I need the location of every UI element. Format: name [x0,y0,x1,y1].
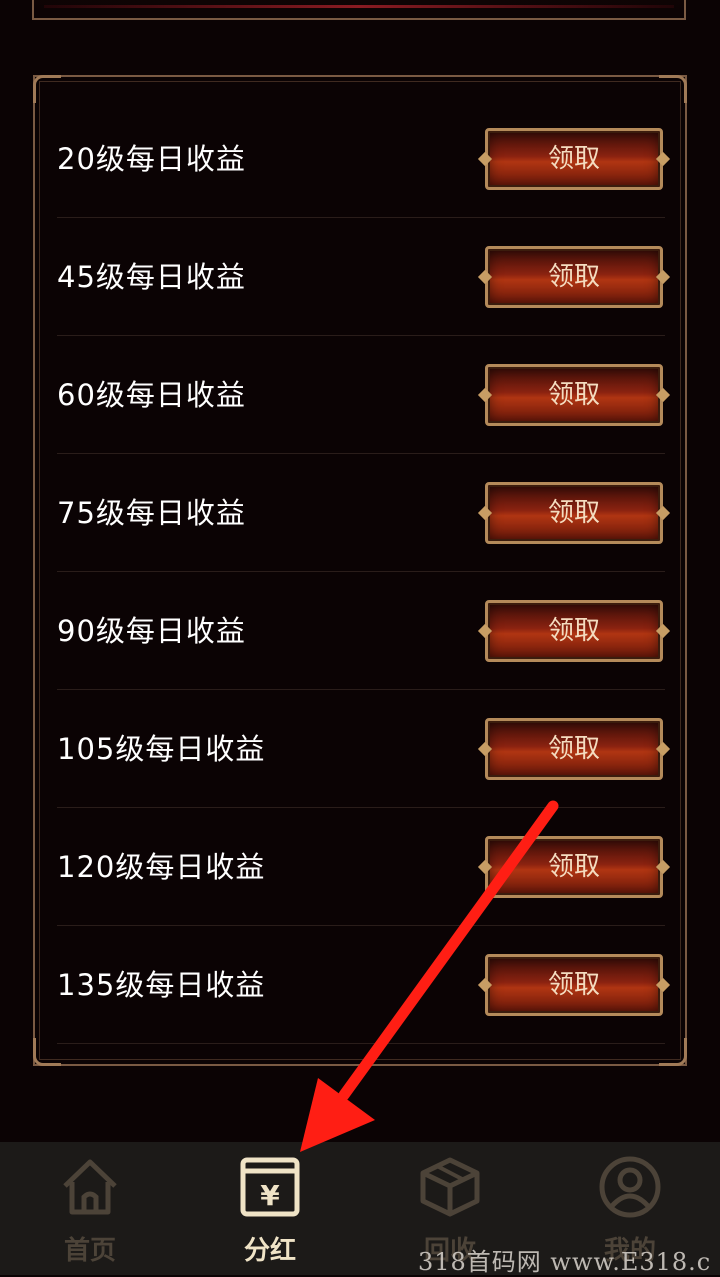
list-item: 105级每日收益 领取 [57,690,665,808]
nav-dividend[interactable]: ¥ 分红 [180,1142,360,1275]
claim-button[interactable]: 领取 [485,835,663,898]
top-panel-frame [32,0,686,20]
nav-label: 首页 [63,1236,116,1266]
dividend-icon: ¥ [240,1157,300,1217]
nav-home[interactable]: 首页 [0,1142,180,1275]
claim-button[interactable]: 领取 [485,245,663,308]
watermark-text: 318首码网 www.E318.c [418,1248,712,1276]
corner-ornament [659,75,687,103]
claim-button[interactable]: 领取 [485,363,663,426]
list-item: 60级每日收益 领取 [57,336,665,454]
list-item: 90级每日收益 领取 [57,572,665,690]
claim-button[interactable]: 领取 [485,717,663,780]
income-level-label: 45级每日收益 [57,260,246,294]
list-item: 20级每日收益 领取 [57,100,665,218]
list-item: 120级每日收益 领取 [57,808,665,926]
corner-ornament [33,75,61,103]
income-level-label: 105级每日收益 [57,732,266,766]
claim-button[interactable]: 领取 [485,481,663,544]
list-item: 45级每日收益 领取 [57,218,665,336]
income-level-label: 120级每日收益 [57,850,266,884]
income-level-label: 90级每日收益 [57,614,246,648]
income-level-label: 135级每日收益 [57,968,266,1002]
claim-button[interactable]: 领取 [485,599,663,662]
box-icon [420,1157,480,1217]
claim-button[interactable]: 领取 [485,953,663,1016]
income-level-label: 20级每日收益 [57,142,246,176]
list-item: 75级每日收益 领取 [57,454,665,572]
user-icon [599,1156,661,1218]
svg-text:¥: ¥ [260,1179,280,1212]
daily-income-panel: 20级每日收益 领取 45级每日收益 领取 60级每日收益 领取 75级每日收益… [33,75,687,1066]
income-level-label: 60级每日收益 [57,378,246,412]
claim-button[interactable]: 领取 [485,127,663,190]
home-icon [63,1159,117,1215]
nav-label: 分红 [243,1236,296,1266]
income-level-label: 75级每日收益 [57,496,246,530]
list-item: 135级每日收益 领取 [57,926,665,1044]
